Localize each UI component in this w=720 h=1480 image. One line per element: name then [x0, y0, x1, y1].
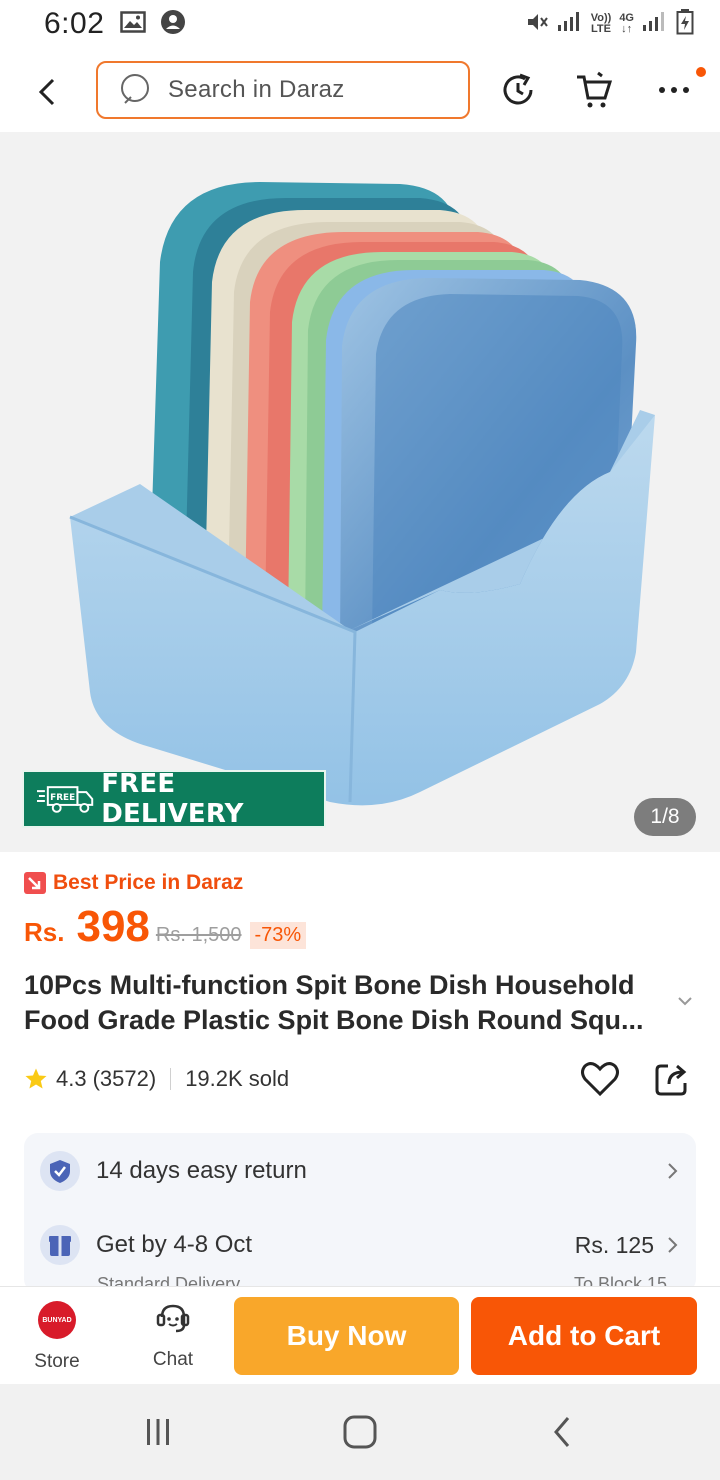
system-nav-bar	[0, 1384, 720, 1480]
delivery-info-icon	[40, 1225, 80, 1265]
top-nav: Search in Daraz	[0, 50, 720, 132]
wishlist-heart-icon[interactable]	[579, 1058, 621, 1100]
home-button[interactable]	[340, 1412, 380, 1452]
price-row: Rs. 398 Rs. 1,500 -73%	[24, 902, 307, 952]
product-photo	[69, 182, 655, 806]
notification-dot	[696, 67, 706, 77]
status-bar: 6:02 Vo)) LTE 4G ↓↑	[0, 0, 720, 48]
add-to-cart-button[interactable]: Add to Cart	[471, 1297, 697, 1375]
battery-icon	[676, 8, 694, 40]
free-icon-text: FREE	[50, 793, 75, 803]
expand-title-chevron-icon[interactable]	[674, 990, 696, 1012]
product-title-line-2: Food Grade Plastic Spit Bone Dish Round …	[24, 1005, 644, 1035]
chat-button[interactable]: Chat	[136, 1301, 210, 1377]
store-logo: BUNYAD	[38, 1301, 76, 1339]
price-currency: Rs.	[24, 917, 65, 947]
delivery-row[interactable]: Get by 4-8 Oct Rs. 125	[40, 1225, 680, 1265]
cart-icon	[577, 71, 613, 108]
service-card: 14 days easy return Get by 4-8 Oct Rs. 1…	[24, 1133, 696, 1293]
refresh-history-icon	[503, 73, 533, 105]
back-arrow-icon	[38, 78, 55, 106]
gallery-icon	[120, 10, 147, 38]
image-page-indicator: 1/8	[634, 798, 696, 836]
chat-label: Chat	[152, 1349, 194, 1370]
signal-icon-2	[642, 11, 668, 38]
current-price: 398	[76, 902, 150, 951]
signal-icon	[557, 11, 583, 38]
network-type: 4G ↓↑	[619, 12, 634, 35]
chat-icon	[156, 1304, 190, 1333]
search-placeholder: Search in Daraz	[168, 76, 345, 103]
discount-badge: -73%	[249, 922, 307, 949]
more-button[interactable]	[652, 68, 696, 112]
recent-apps-button[interactable]	[138, 1412, 178, 1452]
account-icon	[160, 9, 186, 40]
buy-now-button[interactable]: Buy Now	[234, 1297, 459, 1375]
product-image-carousel[interactable]: FREE FREE DELIVERY 1/8	[0, 132, 720, 852]
search-icon	[121, 74, 149, 104]
system-back-button[interactable]	[542, 1412, 582, 1452]
chevron-right-icon	[668, 1237, 678, 1253]
status-time: 6:02	[44, 7, 105, 40]
sold-count: 19.2K sold	[185, 1066, 290, 1091]
review-count: (3572)	[92, 1066, 157, 1091]
shield-check-icon	[40, 1151, 80, 1191]
system-back-icon	[554, 1417, 570, 1447]
volte-label: Vo)) LTE	[590, 12, 612, 35]
data-arrows-icon: ↓↑	[621, 23, 633, 35]
rating-row[interactable]: 4.3 (3572) 19.2K sold	[24, 1062, 289, 1096]
store-button[interactable]: BUNYAD Store	[20, 1301, 94, 1377]
mute-icon	[525, 10, 549, 39]
history-button[interactable]	[496, 68, 540, 112]
price-down-icon	[24, 872, 46, 894]
original-price: Rs. 1,500	[155, 924, 242, 946]
free-delivery-badge: FREE FREE DELIVERY	[22, 769, 326, 829]
product-title[interactable]: 10Pcs Multi-function Spit Bone Dish Hous…	[24, 968, 674, 1038]
cart-button[interactable]	[572, 68, 616, 112]
back-button[interactable]	[30, 72, 64, 112]
more-dots-icon	[659, 87, 689, 93]
rating-value: 4.3	[56, 1066, 87, 1091]
recent-apps-icon	[147, 1419, 169, 1445]
best-price-label: Best Price in Daraz	[24, 871, 243, 895]
delivery-date-text: Get by 4-8 Oct	[96, 1231, 253, 1258]
free-delivery-text: FREE DELIVERY	[101, 769, 244, 829]
home-icon	[343, 1415, 377, 1449]
store-logo-text: BUNYAD	[42, 1316, 72, 1324]
search-input[interactable]: Search in Daraz	[96, 61, 470, 119]
share-icon[interactable]	[651, 1058, 693, 1100]
chevron-right-icon	[668, 1163, 678, 1179]
star-icon	[25, 1068, 47, 1089]
store-label: Store	[34, 1351, 80, 1372]
delivery-fee: Rs. 125	[574, 1231, 654, 1258]
delivery-truck-icon: FREE	[36, 786, 94, 813]
rating-divider	[170, 1068, 172, 1090]
product-title-line-1: 10Pcs Multi-function Spit Bone Dish Hous…	[24, 970, 635, 1000]
bottom-action-bar: BUNYAD Store Chat Buy Now Add to Cart	[0, 1286, 720, 1384]
best-price-text: Best Price in Daraz	[53, 871, 244, 894]
return-policy-row[interactable]: 14 days easy return	[40, 1151, 680, 1191]
return-policy-text: 14 days easy return	[96, 1157, 307, 1184]
